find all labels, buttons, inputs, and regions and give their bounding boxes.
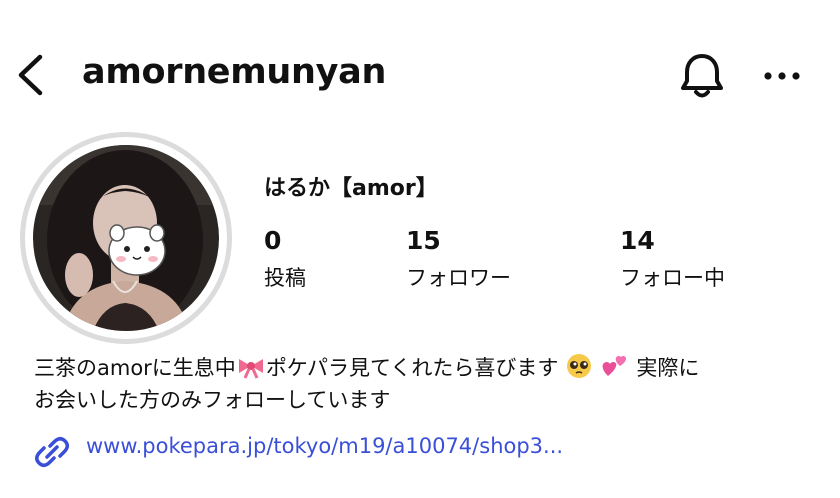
display-name: はるか【amor】 bbox=[264, 176, 438, 201]
more-options-button[interactable] bbox=[760, 58, 804, 94]
pleading-face-icon bbox=[567, 354, 592, 378]
bio-text-c: 実際に bbox=[636, 356, 700, 380]
bio-line-1: 三茶のamorに生息中 ポケパラ見てくれたら喜びます 実際に bbox=[34, 352, 814, 384]
bell-icon bbox=[681, 54, 723, 98]
avatar[interactable] bbox=[33, 145, 219, 331]
posts-count: 0 bbox=[264, 226, 282, 255]
link-icon bbox=[35, 437, 69, 467]
followers-label[interactable]: フォロワー bbox=[406, 262, 511, 292]
more-horizontal-icon bbox=[764, 72, 800, 80]
notifications-button[interactable] bbox=[676, 50, 728, 102]
following-count[interactable]: 14 bbox=[620, 226, 655, 255]
posts-label[interactable]: 投稿 bbox=[264, 262, 306, 292]
back-button[interactable] bbox=[14, 52, 48, 98]
two-hearts-icon bbox=[602, 356, 626, 376]
followers-count[interactable]: 15 bbox=[406, 226, 441, 255]
link-icon-wrapper[interactable] bbox=[34, 434, 70, 470]
bio: 三茶のamorに生息中 ポケパラ見てくれたら喜びます 実際に お会いした方のみフォ… bbox=[34, 352, 814, 416]
page-title: amornemunyan bbox=[82, 52, 387, 92]
ribbon-icon bbox=[238, 359, 263, 379]
chevron-left-icon bbox=[18, 54, 43, 96]
bio-text-b: ポケパラ見てくれたら喜びます bbox=[265, 356, 559, 380]
following-label[interactable]: フォロー中 bbox=[620, 262, 725, 292]
bio-line-2: お会いした方のみフォローしています bbox=[34, 388, 391, 412]
profile-link[interactable]: www.pokepara.jp/tokyo/m19/a10074/shop3..… bbox=[86, 434, 563, 458]
profile-photo bbox=[33, 145, 219, 331]
bio-text-a: 三茶のamorに生息中 bbox=[34, 356, 236, 380]
